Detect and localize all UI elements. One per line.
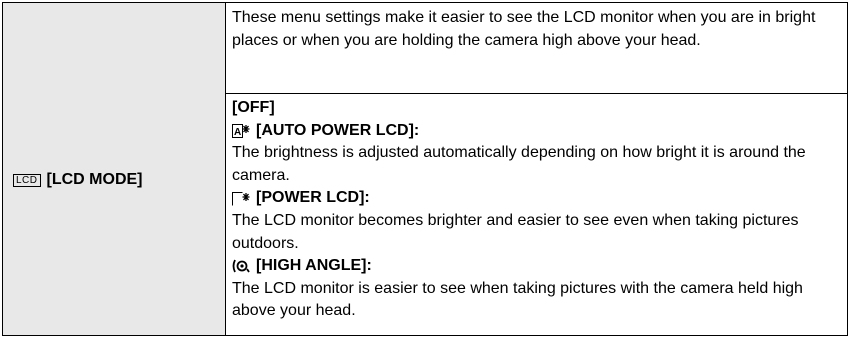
- setting-label-cell: LCD [LCD MODE]: [2, 2, 226, 336]
- option-power-lcd-heading: [POWER LCD]:: [232, 187, 841, 210]
- lcd-icon: LCD: [13, 173, 41, 187]
- option-power-lcd-text: The LCD monitor becomes brighter and eas…: [232, 211, 799, 252]
- settings-table: LCD [LCD MODE] These menu settings make …: [2, 2, 848, 336]
- power-lcd-icon: [232, 191, 250, 206]
- high-angle-icon: [232, 259, 250, 273]
- auto-power-lcd-icon: A: [232, 123, 250, 138]
- option-high-angle-label: [HIGH ANGLE]:: [256, 257, 372, 275]
- option-power-lcd-label: [POWER LCD]:: [256, 189, 370, 207]
- option-auto-power-lcd-heading: A [AUTO POWER LCD]:: [232, 120, 841, 143]
- description-cell: These menu settings make it easier to se…: [225, 2, 848, 94]
- svg-text:A: A: [234, 127, 241, 138]
- option-off-heading: [OFF]: [232, 97, 841, 120]
- table-row: LCD [LCD MODE] These menu settings make …: [2, 2, 848, 336]
- options-list: [OFF] A [AUTO POWER LCD]: The brightness…: [226, 94, 847, 323]
- option-auto-power-lcd-label: [AUTO POWER LCD]:: [256, 121, 420, 139]
- option-auto-power-lcd-text: The brightness is adjusted automatically…: [232, 144, 806, 184]
- option-high-angle-text: The LCD monitor is easier to see when ta…: [232, 279, 803, 320]
- setting-name: [LCD MODE]: [46, 171, 143, 188]
- option-off-label: [OFF]: [232, 99, 275, 116]
- option-high-angle-heading: [HIGH ANGLE]:: [232, 255, 841, 278]
- options-cell: [OFF] A [AUTO POWER LCD]: The brightness…: [225, 93, 848, 336]
- setting-label: LCD [LCD MODE]: [3, 171, 225, 189]
- setting-description: These menu settings make it easier to se…: [232, 9, 816, 49]
